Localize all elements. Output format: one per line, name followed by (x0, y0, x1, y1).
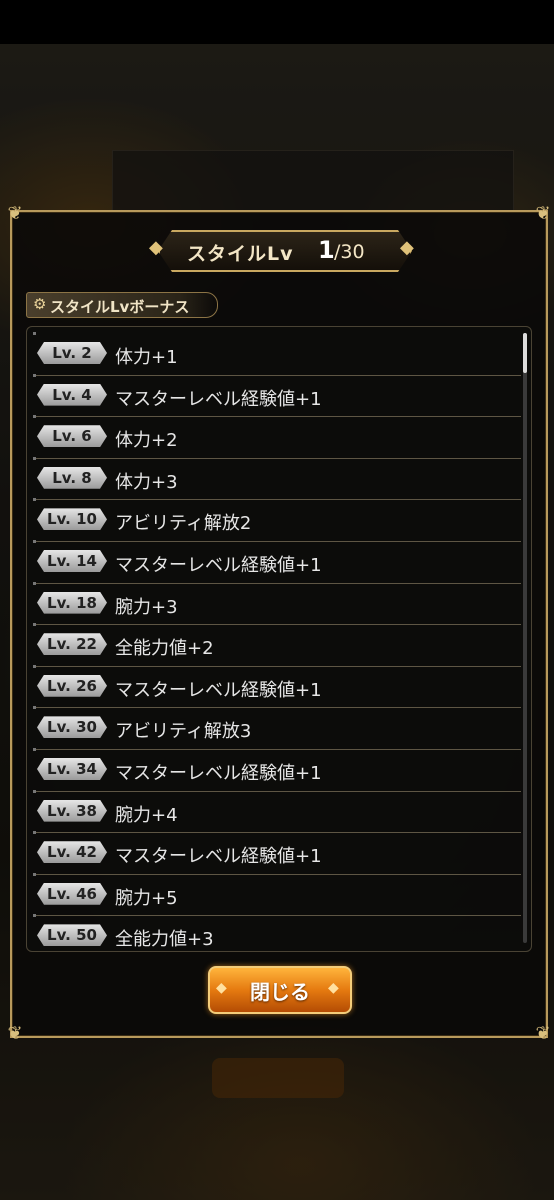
corner-ornament-icon: ❦ (535, 1023, 551, 1044)
level-label: Lv. 18 (47, 593, 97, 612)
level-label: Lv. 4 (52, 385, 92, 404)
list-item: Lv. 6 体力+2 (33, 415, 521, 459)
bonus-text: 体力+3 (115, 471, 178, 493)
bonus-text: 腕力+3 (115, 596, 178, 618)
list-item: Lv. 30 アビリティ解放3 (33, 706, 521, 750)
corner-ornament-icon: ❦ (535, 203, 551, 224)
bonus-text: 全能力値+2 (115, 638, 214, 660)
bonus-text: 腕力+5 (115, 887, 178, 909)
diamond-ornament-icon: ◆ (149, 237, 163, 258)
level-label: Lv. 42 (47, 843, 97, 862)
scrollbar-thumb[interactable] (523, 333, 527, 373)
list-item: Lv. 42 マスターレベル経験値+1 (33, 831, 521, 875)
current-level: 1 (318, 236, 335, 264)
list-item: Lv. 10 アビリティ解放2 (33, 498, 521, 542)
bonus-text: 体力+2 (115, 430, 178, 452)
level-label: Lv. 30 (47, 718, 97, 737)
list-item: Lv. 50 全能力値+3 (33, 914, 521, 951)
diamond-ornament-icon: ◆ (400, 237, 414, 258)
max-level: /30 (334, 241, 365, 263)
bonus-text: 腕力+4 (115, 804, 178, 826)
list-item: Lv. 26 マスターレベル経験値+1 (33, 664, 521, 709)
bonus-text: マスターレベル経験値+1 (115, 388, 322, 410)
level-label: Lv. 8 (52, 468, 92, 487)
corner-ornament-icon: ❦ (7, 203, 23, 224)
style-level-dialog: ❦ ❦ ❦ ❦ ◆ ◆ スタイルLv 1 /30 ⚙ スタイルLvボーナス Lv… (7, 203, 550, 1044)
list-item: Lv. 2 体力+1 (33, 332, 521, 376)
list-item: Lv. 8 体力+3 (33, 456, 521, 501)
bonus-text: アビリティ解放3 (115, 721, 252, 743)
list-item: Lv. 22 全能力値+2 (33, 623, 521, 667)
list-item: Lv. 38 腕力+4 (33, 789, 521, 834)
level-label: Lv. 22 (47, 635, 97, 654)
bonus-text: マスターレベル経験値+1 (115, 846, 322, 868)
level-label: Lv. 26 (47, 676, 97, 695)
level-label: Lv. 6 (52, 427, 92, 446)
list-item: Lv. 14 マスターレベル経験値+1 (33, 540, 521, 584)
bonus-text: マスターレベル経験値+1 (115, 555, 322, 576)
level-label: Lv. 2 (52, 344, 92, 362)
section-title: スタイルLvボーナス (50, 298, 190, 316)
list-item: Lv. 34 マスターレベル経験値+1 (33, 748, 521, 792)
level-label: Lv. 50 (47, 926, 97, 945)
level-label: Lv. 46 (47, 884, 97, 903)
bonus-text: マスターレベル経験値+1 (115, 679, 322, 701)
gear-icon: ⚙ (33, 295, 47, 313)
bonus-list[interactable]: Lv. 2 体力+1 Lv. 4 マスターレベル経験値+1 Lv. 6 体力+2… (26, 326, 532, 952)
list-item: Lv. 18 腕力+3 (33, 581, 521, 626)
bonus-text: 体力+1 (115, 347, 178, 368)
level-label: Lv. 14 (47, 552, 97, 570)
level-label: Lv. 10 (47, 510, 97, 529)
bonus-text: 全能力値+3 (115, 929, 214, 951)
close-button-label[interactable]: 閉じる (208, 976, 352, 1005)
status-bar (0, 0, 554, 44)
dialog-title: スタイルLv (187, 243, 294, 265)
bonus-text: マスターレベル経験値+1 (115, 763, 322, 784)
list-item: Lv. 46 腕力+5 (33, 872, 521, 917)
level-label: Lv. 34 (47, 760, 97, 778)
corner-ornament-icon: ❦ (7, 1023, 23, 1044)
bonus-text: アビリティ解放2 (115, 513, 252, 535)
scrollbar[interactable] (523, 333, 527, 943)
list-item: Lv. 4 マスターレベル経験値+1 (33, 373, 521, 418)
level-label: Lv. 38 (47, 801, 97, 820)
